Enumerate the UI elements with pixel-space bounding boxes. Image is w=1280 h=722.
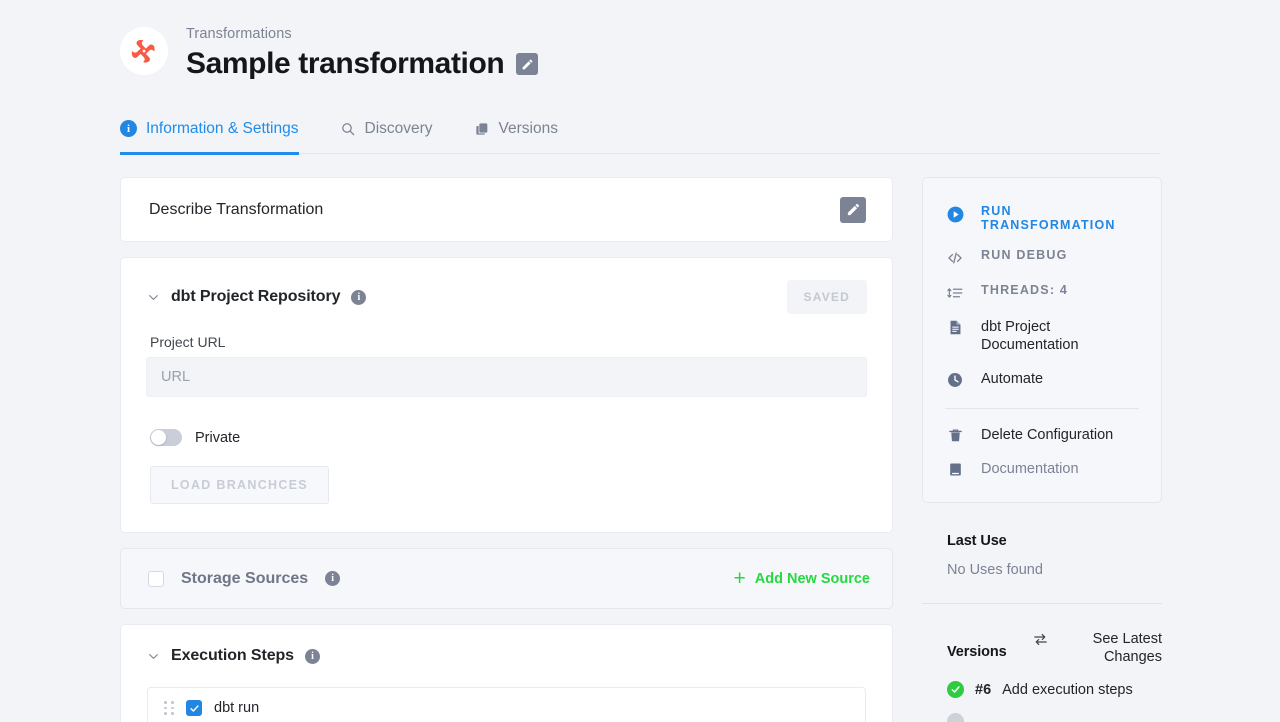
private-toggle[interactable] — [150, 429, 182, 446]
sidebar-rule — [922, 603, 1162, 604]
add-new-source-button[interactable]: + Add New Source — [734, 568, 870, 589]
info-icon[interactable]: i — [325, 571, 341, 586]
main-column: Describe Transformation dbt Project Repo… — [120, 177, 893, 722]
execution-step-checkbox[interactable] — [186, 700, 202, 716]
copy-icon — [474, 121, 490, 137]
automate-label: Automate — [981, 371, 1044, 387]
project-url-label: Project URL — [150, 334, 226, 350]
storage-sources-card: Storage Sources i + Add New Source — [120, 548, 893, 609]
describe-transformation-label: Describe Transformation — [149, 200, 324, 218]
plus-icon: + — [733, 567, 746, 590]
automate-button[interactable]: Automate — [923, 362, 1161, 397]
execution-steps-card: Execution Steps i dbt run — [120, 624, 893, 722]
run-debug-label: RUN DEBUG — [981, 248, 1068, 262]
load-branches-button[interactable]: LOAD BRANCHCES — [150, 466, 329, 504]
tab-information-settings[interactable]: i Information & Settings — [120, 104, 319, 155]
describe-transformation-card: Describe Transformation — [120, 177, 893, 242]
version-row-partial[interactable] — [947, 713, 1162, 722]
info-circle-icon: i — [120, 120, 137, 137]
execution-steps-header: Execution Steps i — [121, 625, 892, 665]
title-row: Sample transformation — [186, 46, 539, 82]
repository-header: dbt Project Repository i SAVED — [121, 258, 892, 314]
execution-step-label: dbt run — [214, 700, 260, 716]
tab-bar: i Information & Settings Discovery Versi… — [120, 104, 1160, 155]
tab-label: Discovery — [364, 119, 433, 137]
version-row[interactable]: #6 Add execution steps — [947, 681, 1162, 698]
dbt-project-documentation-button[interactable]: dbt Project Documentation — [923, 310, 1161, 362]
drag-handle-icon[interactable] — [164, 701, 174, 715]
versions-header: Versions See Latest Changes — [947, 630, 1162, 666]
breadcrumb[interactable]: Transformations — [186, 24, 538, 44]
storage-sources-left: Storage Sources i — [148, 569, 341, 588]
versions-heading: Versions — [947, 644, 1007, 660]
actions-card: RUN TRANSFORMATION RUN DEBUG THREADS: 4 … — [922, 177, 1162, 503]
last-use-block: Last Use No Uses found — [922, 533, 1162, 578]
versions-block: Versions See Latest Changes #6 Add execu… — [922, 630, 1162, 722]
last-use-value: No Uses found — [947, 562, 1043, 578]
threads-button[interactable]: THREADS: 4 — [923, 275, 1161, 310]
sidebar-divider — [945, 408, 1139, 409]
delete-configuration-button[interactable]: Delete Configuration — [923, 418, 1161, 452]
run-transformation-label: RUN TRANSFORMATION — [981, 204, 1116, 232]
compare-arrows-icon — [1032, 631, 1049, 653]
header-text-group: Transformations Sample transformation — [186, 24, 539, 82]
execution-step-row[interactable]: dbt run — [147, 687, 866, 722]
page-root: Transformations Sample transformation i … — [0, 0, 1280, 722]
trash-icon — [945, 427, 965, 444]
see-latest-changes-label: See Latest Changes — [1092, 631, 1162, 665]
page-header: Transformations Sample transformation — [120, 24, 539, 82]
execution-steps-title: Execution Steps — [171, 647, 294, 664]
clock-icon — [945, 371, 965, 389]
run-transformation-button[interactable]: RUN TRANSFORMATION — [923, 196, 1161, 240]
documentation-label: Documentation — [981, 461, 1079, 477]
last-use-heading: Last Use — [947, 533, 1007, 549]
repository-title: dbt Project Repository — [171, 288, 341, 305]
version-label: Add execution steps — [1002, 681, 1133, 698]
add-new-source-label: Add New Source — [754, 570, 870, 587]
file-doc-icon — [945, 319, 965, 336]
info-icon[interactable]: i — [351, 289, 367, 305]
tab-versions[interactable]: Versions — [474, 104, 578, 154]
threads-icon — [945, 284, 965, 302]
version-status-icon — [947, 713, 964, 722]
page-title: Sample transformation — [186, 47, 505, 80]
tab-discovery[interactable]: Discovery — [340, 104, 453, 154]
saved-badge: SAVED — [786, 280, 867, 314]
edit-title-button[interactable] — [516, 53, 539, 75]
repository-header-left: dbt Project Repository i — [146, 288, 367, 306]
dbt-project-repository-card: dbt Project Repository i SAVED Project U… — [120, 257, 893, 533]
storage-sources-checkbox[interactable] — [148, 570, 164, 587]
run-debug-button[interactable]: RUN DEBUG — [923, 240, 1161, 275]
info-icon[interactable]: i — [304, 648, 320, 664]
tab-label: Information & Settings — [146, 119, 299, 137]
chevron-down-icon[interactable] — [146, 649, 160, 663]
play-circle-icon — [945, 205, 965, 224]
execution-steps-header-left: Execution Steps i — [146, 647, 320, 665]
documentation-button[interactable]: Documentation — [923, 452, 1161, 486]
version-status-ok-icon — [947, 681, 964, 698]
private-toggle-row: Private — [121, 397, 892, 446]
chevron-down-icon[interactable] — [146, 290, 160, 304]
private-toggle-label: Private — [195, 429, 241, 446]
book-icon — [945, 461, 965, 478]
tab-label: Versions — [498, 119, 558, 137]
delete-configuration-label: Delete Configuration — [981, 427, 1114, 443]
edit-description-button[interactable] — [840, 196, 866, 223]
storage-sources-title: Storage Sources — [181, 569, 309, 587]
search-icon — [340, 121, 356, 137]
sidebar: RUN TRANSFORMATION RUN DEBUG THREADS: 4 … — [922, 177, 1162, 722]
dbt-project-documentation-label: dbt Project Documentation — [981, 319, 1079, 353]
keboola-x-logo-icon — [120, 27, 168, 75]
see-latest-changes-button[interactable]: See Latest Changes — [1032, 630, 1162, 666]
project-url-input[interactable]: URL — [146, 357, 867, 397]
code-icon — [945, 249, 965, 267]
version-number: #6 — [975, 681, 992, 698]
threads-label: THREADS: 4 — [981, 283, 1069, 297]
